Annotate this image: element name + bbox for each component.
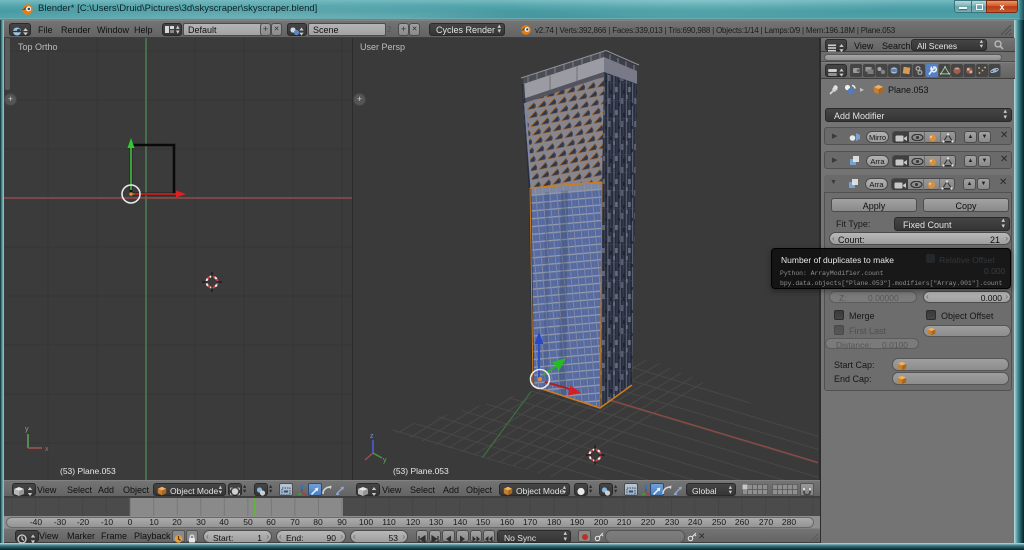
svg-text:x: x [45,446,49,453]
svg-text:y: y [25,426,29,433]
svg-text:z: z [370,433,374,440]
svg-text:y: y [383,457,387,464]
